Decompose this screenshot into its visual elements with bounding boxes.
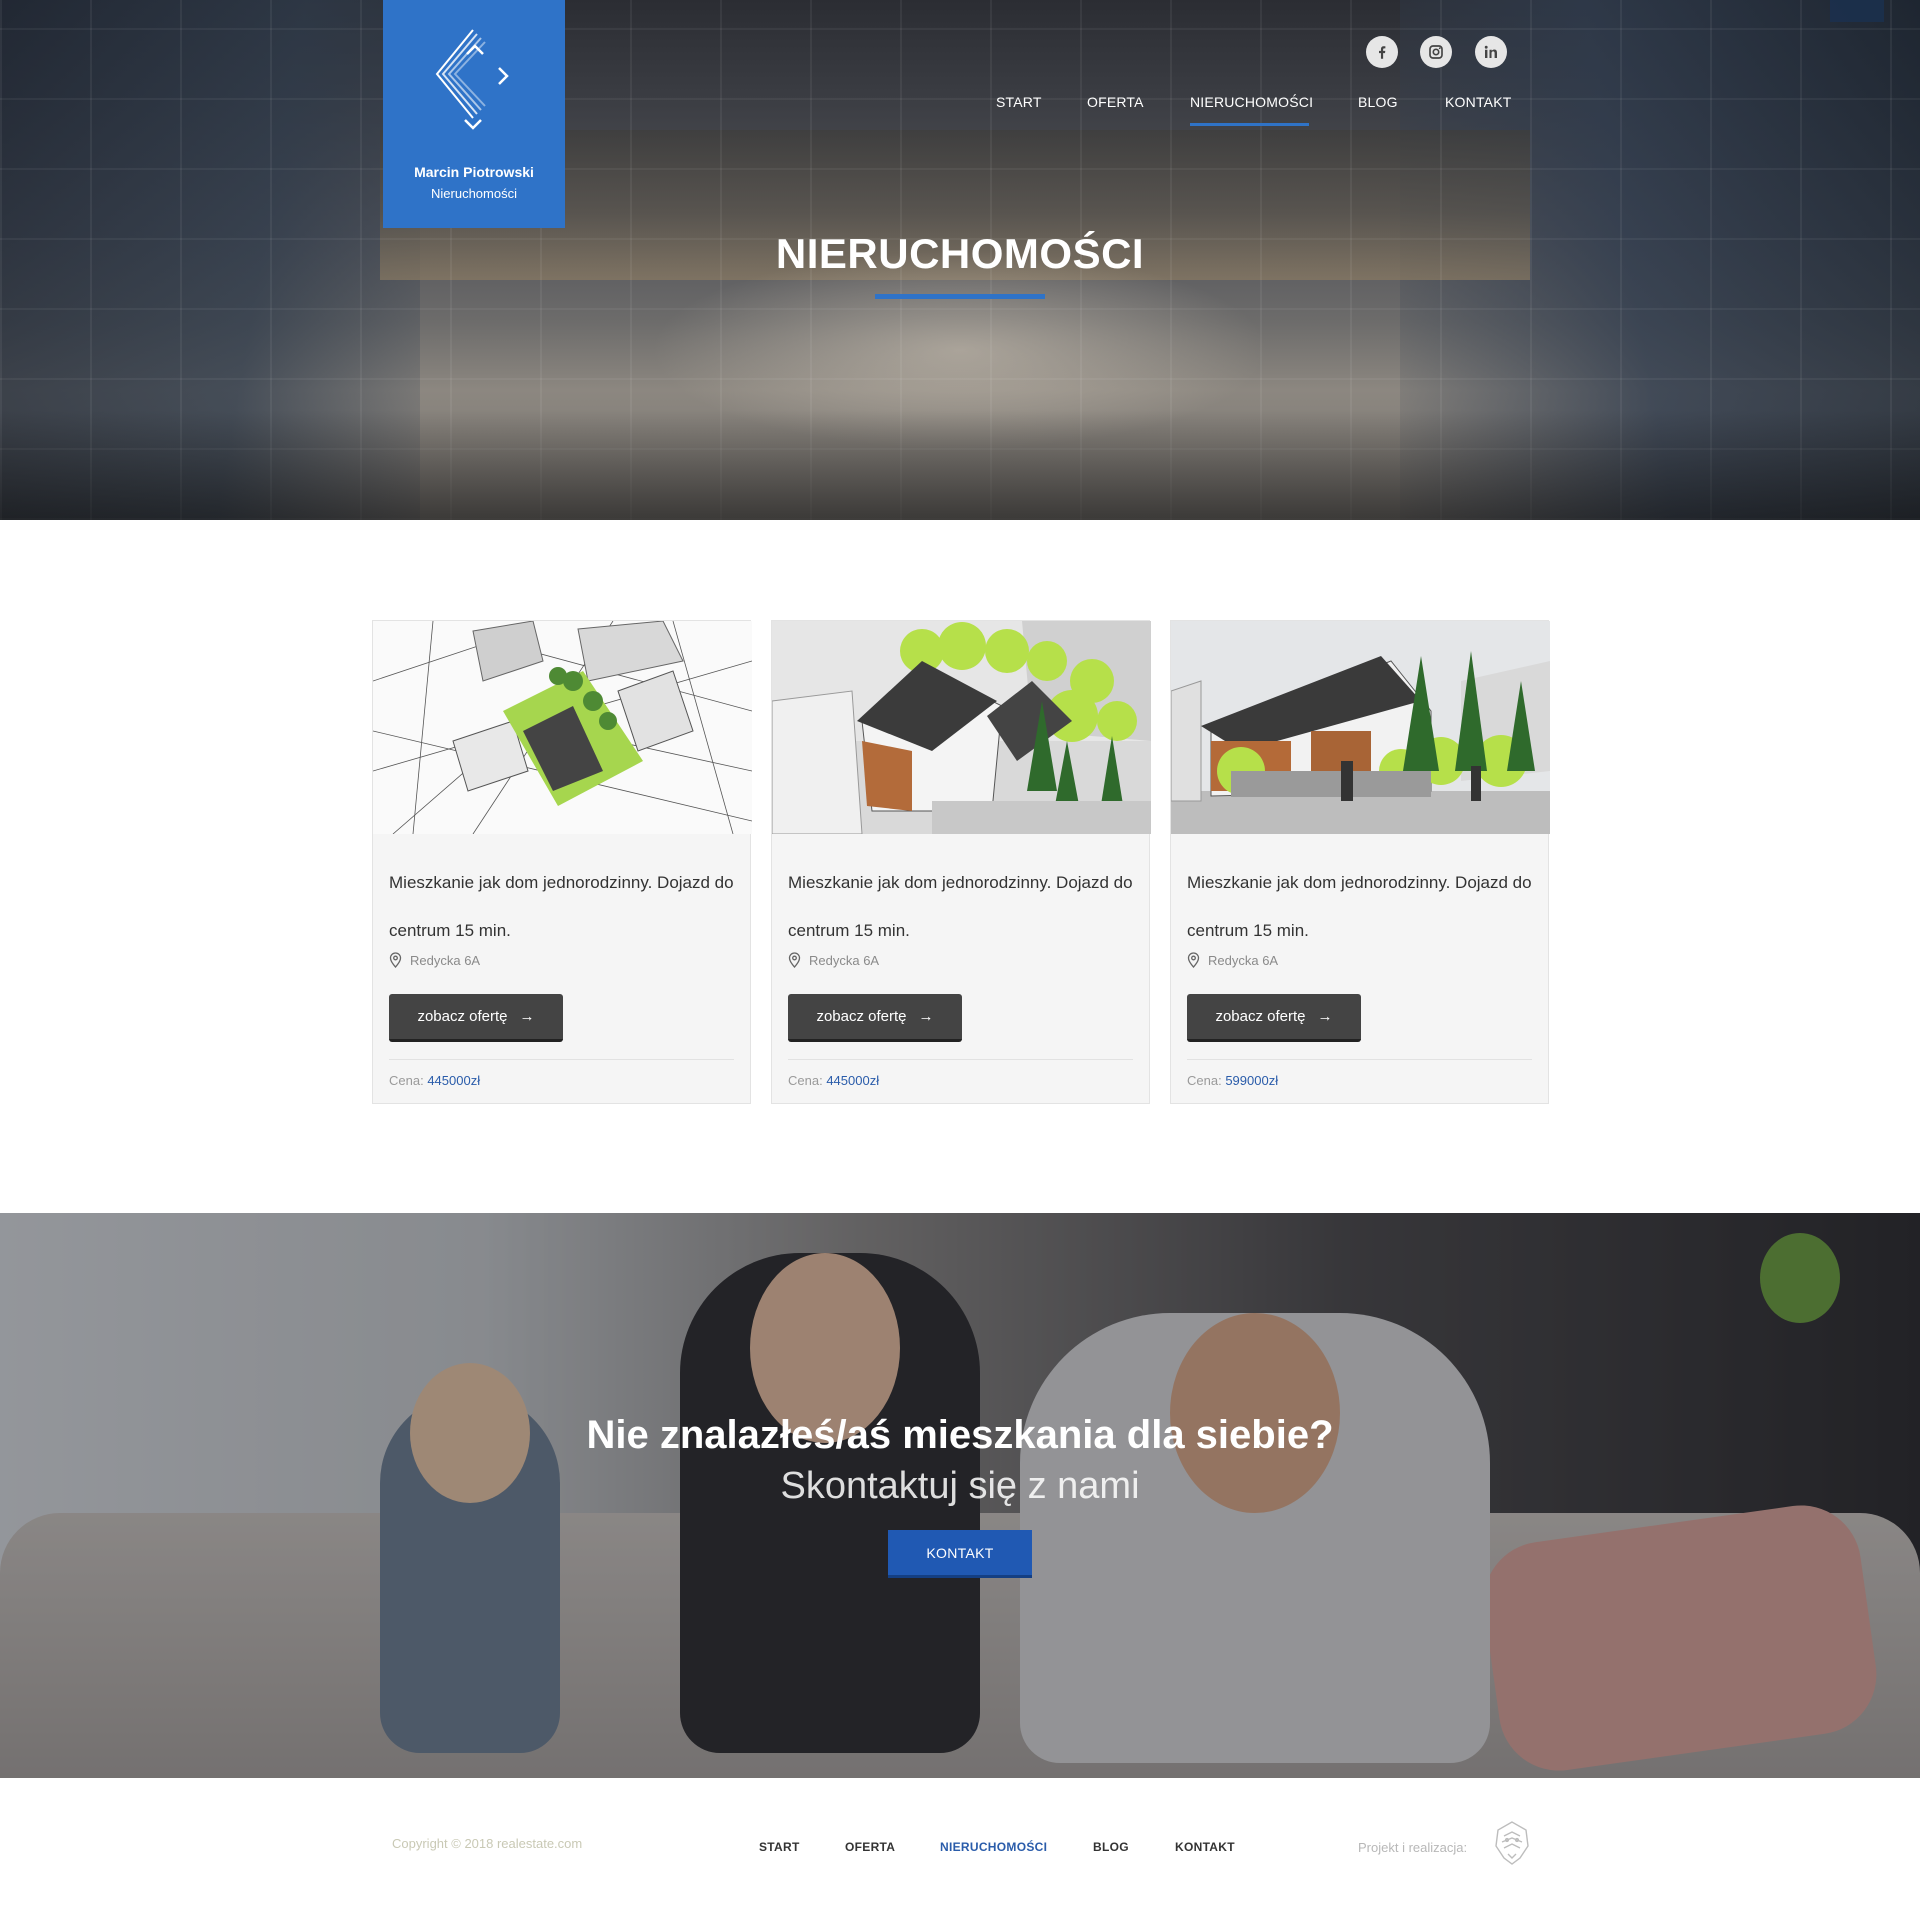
logo-diamond-icon [435, 29, 509, 130]
listing-photo[interactable] [1171, 621, 1550, 834]
listing-card: Mieszkanie jak dom jednorodzinny. Dojazd… [372, 620, 752, 1104]
view-offer-button[interactable]: zobacz ofertę → [389, 994, 563, 1042]
arrow-right-icon: → [918, 1008, 934, 1025]
view-offer-label: zobacz ofertę [417, 1008, 508, 1025]
nav-blog[interactable]: BLOG [1358, 94, 1398, 110]
view-offer-label: zobacz ofertę [816, 1008, 907, 1025]
price-label: Cena: [389, 1073, 424, 1088]
contact-button[interactable]: KONTAKT [888, 1530, 1032, 1578]
instagram-icon[interactable] [1420, 36, 1452, 68]
listing-card: Mieszkanie jak dom jednorodzinny. Dojazd… [771, 620, 1151, 1104]
corner-badge [1830, 0, 1884, 22]
facebook-icon[interactable] [1366, 36, 1398, 68]
nav-nieruchomosci[interactable]: NIERUCHOMOŚCI [1190, 94, 1313, 110]
listing-card: Mieszkanie jak dom jednorodzinny. Dojazd… [1170, 620, 1550, 1104]
nav-kontakt[interactable]: KONTAKT [1445, 94, 1511, 110]
listing-description: Mieszkanie jak dom jednorodzinny. Dojazd… [788, 873, 1133, 940]
credit-label: Projekt i realizacja: [1358, 1840, 1468, 1855]
footer-nav-blog[interactable]: BLOG [1093, 1840, 1129, 1854]
listing-address: Redycka 6A [1208, 952, 1279, 968]
listing-address: Redycka 6A [809, 952, 880, 968]
location-pin-icon [1187, 952, 1200, 968]
view-offer-label: zobacz ofertę [1215, 1008, 1306, 1025]
price-label: Cena: [788, 1073, 823, 1088]
page-title: NIERUCHOMOŚCI [775, 230, 1145, 277]
linkedin-icon[interactable] [1475, 36, 1507, 68]
listing-photo[interactable] [373, 621, 752, 834]
price-label: Cena: [1187, 1073, 1222, 1088]
price-value: 445000zł [427, 1073, 481, 1088]
price-value: 445000zł [826, 1073, 880, 1088]
agency-lion-logo-icon[interactable] [1490, 1818, 1534, 1868]
brand-logo[interactable]: Marcin Piotrowski Nieruchomości [383, 0, 565, 228]
brand-name: Marcin Piotrowski [414, 164, 534, 180]
title-underline [875, 294, 1045, 299]
location-pin-icon [788, 952, 801, 968]
banner-title: Nie znalazłeś/aś mieszkania dla siebie? [586, 1413, 1334, 1457]
copyright-text: Copyright © 2018 realestate.com [392, 1836, 583, 1851]
brand-subtitle: Nieruchomości [431, 186, 517, 201]
nav-start[interactable]: START [996, 94, 1042, 110]
footer-nav-oferta[interactable]: OFERTA [845, 1840, 895, 1854]
listing-address: Redycka 6A [410, 952, 481, 968]
price-value: 599000zł [1225, 1073, 1279, 1088]
listing-description: Mieszkanie jak dom jednorodzinny. Dojazd… [1187, 873, 1532, 940]
nav-oferta[interactable]: OFERTA [1087, 94, 1144, 110]
footer-nav-start[interactable]: START [759, 1840, 800, 1854]
footer-nav-nieruchomosci[interactable]: NIERUCHOMOŚCI [940, 1840, 1047, 1854]
listing-photo[interactable] [772, 621, 1151, 834]
banner-subtitle: Skontaktuj się z nami [780, 1465, 1140, 1507]
arrow-right-icon: → [519, 1008, 535, 1025]
location-pin-icon [389, 952, 402, 968]
contact-banner: Nie znalazłeś/aś mieszkania dla siebie? … [0, 1213, 1920, 1778]
listing-description: Mieszkanie jak dom jednorodzinny. Dojazd… [389, 873, 734, 940]
view-offer-button[interactable]: zobacz ofertę → [1187, 994, 1361, 1042]
view-offer-button[interactable]: zobacz ofertę → [788, 994, 962, 1042]
footer-nav-kontakt[interactable]: KONTAKT [1175, 1840, 1235, 1854]
nav-active-indicator [1190, 123, 1309, 126]
arrow-right-icon: → [1317, 1008, 1333, 1025]
